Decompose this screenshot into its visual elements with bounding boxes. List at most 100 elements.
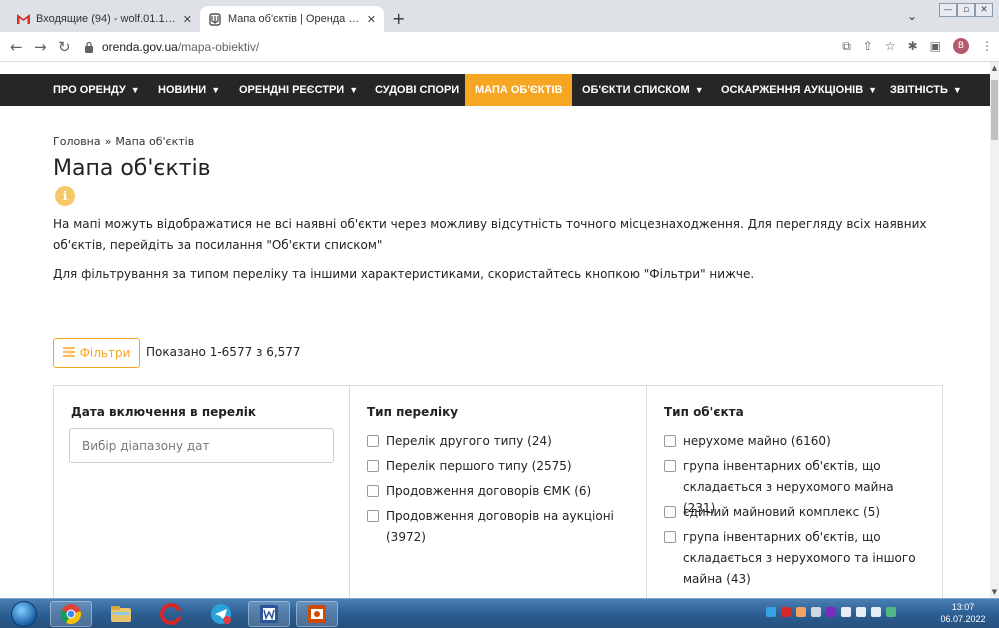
close-tab-icon[interactable]: ✕ [183,13,192,26]
back-arrow-icon[interactable]: ← [10,38,23,56]
checkbox[interactable] [367,435,379,447]
option-label: єдиний майновий комплекс (5) [683,505,881,519]
taskbar-clock[interactable]: 13:07 06.07.2022 [934,601,992,625]
folder-icon [111,606,131,622]
forward-arrow-icon[interactable]: → [34,38,47,56]
option-label: група інвентарних об'єктів, що складаєть… [683,530,916,586]
start-button[interactable] [6,600,42,628]
taskbar-explorer[interactable] [100,601,142,627]
tray-app-icon[interactable] [766,607,776,617]
telegram-icon [211,604,231,624]
checkbox[interactable] [664,506,676,518]
checkbox[interactable] [664,460,676,472]
filter-column-object-type: Тип об'єкта нерухоме майно (6160) група … [647,386,943,601]
taskbar-word[interactable] [248,601,290,627]
checkbox[interactable] [664,435,676,447]
translate-icon[interactable]: ⧉ [842,39,851,54]
tab-search-chevron-icon[interactable]: ⌄ [907,9,917,23]
tray-app-icon[interactable] [796,607,806,617]
minimize-icon[interactable]: — [939,3,957,17]
lock-icon[interactable] [84,41,96,53]
volume-icon[interactable] [841,607,851,617]
checkbox[interactable] [367,510,379,522]
nav-item-rent-registries[interactable]: ОРЕНДНІ РЕЄСТРИ ▼ [239,74,358,106]
checkbox[interactable] [367,485,379,497]
object-type-option[interactable]: нерухоме майно (6160) [664,431,923,452]
tab-label: Входящие (94) - wolf.01.1973@g [36,13,177,25]
nav-item-objects-map[interactable]: МАПА ОБ'ЄКТІВ [465,74,573,106]
page-scrollbar[interactable]: ▲ ▼ [990,62,999,598]
filters-button-label: Фільтри [79,346,131,360]
reload-icon[interactable]: ↻ [58,38,71,56]
tab-orenda[interactable]: Мапа об'єктів | Оренда в Украї ✕ [200,6,384,32]
network-icon[interactable] [886,607,896,617]
breadcrumb: Головна» Мапа об'єктів [53,135,194,148]
breadcrumb-separator: » [104,135,112,148]
address-bar[interactable]: orenda.gov.ua/mapa-obiektiv/ [84,36,804,58]
checkbox[interactable] [664,531,676,543]
tray-app-icon[interactable] [781,607,791,617]
ccleaner-icon [160,603,182,625]
taskbar-ccleaner[interactable] [150,601,192,627]
nav-item-objects-list[interactable]: ОБ'ЄКТИ СПИСКОМ ▼ [582,74,704,106]
share-icon[interactable]: ⇧ [863,39,873,53]
nav-item-auction-appeals[interactable]: ОСКАРЖЕННЯ АУКЦІОНІВ ▼ [721,74,877,106]
date-filter-title: Дата включення в перелік [71,405,257,419]
breadcrumb-current: Мапа об'єктів [115,135,195,148]
tab-label: Мапа об'єктів | Оренда в Украї [228,13,361,25]
new-tab-button[interactable]: + [392,9,405,28]
nav-item-label: СУДОВІ СПОРИ [375,84,460,96]
nav-item-court-disputes[interactable]: СУДОВІ СПОРИ [375,74,459,106]
browser-toolbar: ← → ↻ orenda.gov.ua/mapa-obiektiv/ ⧉ ⇧ ☆… [0,32,999,62]
tray-app-icon[interactable] [811,607,821,617]
side-panel-icon[interactable]: ▣ [930,39,941,53]
taskbar-telegram[interactable] [200,601,242,627]
object-type-option[interactable]: єдиний майновий комплекс (5) [664,502,923,523]
list-type-option[interactable]: Перелік другого типу (24) [367,431,626,452]
nav-item-reporting[interactable]: ЗВІТНІСТЬ ▼ [890,74,962,106]
scroll-up-arrow-icon[interactable]: ▲ [990,64,999,72]
windows-taskbar: 13:07 06.07.2022 [0,598,999,628]
chevron-down-icon: ▼ [952,85,962,95]
browser-tab-strip: Входящие (94) - wolf.01.1973@g ✕ Мапа об… [0,0,999,32]
nav-item-about-rent[interactable]: ПРО ОРЕНДУ ▼ [53,74,140,106]
presentation-icon [308,605,326,623]
list-type-option[interactable]: Продовження договорів ЄМК (6) [367,481,626,502]
scroll-down-arrow-icon[interactable]: ▼ [990,588,999,596]
flag-icon[interactable] [871,607,881,617]
clock-date: 06.07.2022 [940,614,986,624]
bookmark-star-icon[interactable]: ☆ [885,39,896,53]
nav-item-news[interactable]: НОВИНИ ▼ [158,74,220,106]
tab-gmail[interactable]: Входящие (94) - wolf.01.1973@g ✕ [8,6,200,32]
option-label: Перелік першого типу (2575) [386,459,572,473]
option-label: Продовження договорів на аукціоні (3972) [386,509,614,544]
chrome-icon [60,604,81,625]
chevron-down-icon: ▼ [349,85,359,95]
signal-icon[interactable] [856,607,866,617]
taskbar-chrome[interactable] [50,601,92,627]
url-path: /mapa-obiektiv/ [177,40,260,54]
checkbox[interactable] [367,460,379,472]
menu-kebab-icon[interactable]: ⋮ [981,39,993,53]
nav-item-label: ОСКАРЖЕННЯ АУКЦІОНІВ [721,84,864,96]
scrollbar-thumb[interactable] [991,80,998,140]
close-window-icon[interactable]: ✕ [975,3,993,17]
filter-column-date: Дата включення в перелік [54,386,350,601]
chevron-down-icon: ▼ [868,85,878,95]
tray-app-icon[interactable] [826,607,836,617]
profile-avatar[interactable]: B [953,38,969,54]
option-label: Продовження договорів ЄМК (6) [386,484,592,498]
maximize-icon[interactable]: ▫ [957,3,975,17]
close-tab-icon[interactable]: ✕ [367,13,376,26]
map-notice-paragraph: На мапі можуть відображатися не всі наяв… [53,217,927,252]
list-type-option[interactable]: Продовження договорів на аукціоні (3972) [367,506,646,548]
filter-column-list-type: Тип переліку Перелік другого типу (24) П… [350,386,647,601]
extensions-puzzle-icon[interactable]: ✱ [908,39,918,53]
breadcrumb-home-link[interactable]: Головна [53,135,101,148]
filters-button[interactable]: Фільтри [53,338,140,368]
list-type-option[interactable]: Перелік першого типу (2575) [367,456,626,477]
chevron-down-icon: ▼ [694,85,704,95]
taskbar-presentation[interactable] [296,601,338,627]
object-type-option[interactable]: група інвентарних об'єктів, що складаєть… [664,527,923,590]
date-range-input[interactable] [69,428,334,463]
